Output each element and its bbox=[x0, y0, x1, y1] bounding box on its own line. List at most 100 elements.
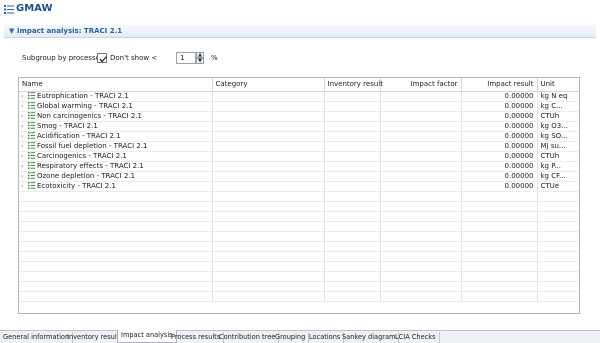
row-name: Global warming - TRACI 2.1 bbox=[37, 102, 133, 110]
row-name-cell[interactable]: › Ecotoxicity - TRACI 2.1 bbox=[19, 181, 213, 192]
row-impact-result: 0.00000 bbox=[461, 181, 538, 192]
col-header-unit[interactable]: Unit bbox=[537, 78, 579, 92]
tab-contribution-tree[interactable]: Contribution tree bbox=[216, 332, 280, 343]
row-unit: CTUe bbox=[537, 181, 579, 192]
row-category bbox=[212, 171, 325, 182]
row-name: Eutrophication - TRACI 2.1 bbox=[37, 92, 129, 100]
empty-row bbox=[19, 271, 579, 282]
row-name-cell[interactable]: › Eutrophication - TRACI 2.1 bbox=[19, 91, 213, 102]
tab-lcia-checks[interactable]: LCIA Checks bbox=[392, 332, 440, 343]
row-category bbox=[212, 141, 325, 152]
row-impact-result: 0.00000 bbox=[461, 161, 538, 172]
spin-down-button[interactable]: ▼ bbox=[196, 58, 204, 64]
row-name: Respiratory effects - TRACI 2.1 bbox=[37, 162, 144, 170]
row-impact-result: 0.00000 bbox=[461, 151, 538, 162]
chevron-right-icon[interactable]: › bbox=[21, 93, 28, 100]
table-row[interactable]: › Global warming - TRACI 2.1 0.00000 kg C..… bbox=[19, 101, 579, 112]
row-unit: kg C... bbox=[537, 101, 579, 112]
row-name-cell[interactable]: › Non carcinogenics - TRACI 2.1 bbox=[19, 111, 213, 122]
chevron-right-icon[interactable]: › bbox=[21, 143, 28, 150]
row-category bbox=[212, 91, 325, 102]
row-category bbox=[212, 181, 325, 192]
table-row[interactable]: › Respiratory effects - TRACI 2.1 0.00000 k… bbox=[19, 161, 579, 172]
percent-label: % bbox=[211, 54, 218, 62]
editor-list-icon bbox=[4, 5, 14, 14]
tree-list-icon bbox=[28, 182, 35, 189]
chevron-right-icon[interactable]: › bbox=[21, 103, 28, 110]
table-row[interactable]: › Ecotoxicity - TRACI 2.1 0.00000 CTUe bbox=[19, 181, 579, 192]
table-row[interactable]: › Non carcinogenics - TRACI 2.1 0.00000 CTU… bbox=[19, 111, 579, 122]
row-impact-factor bbox=[380, 91, 462, 102]
row-category bbox=[212, 131, 325, 142]
row-name: Ecotoxicity - TRACI 2.1 bbox=[37, 182, 116, 190]
table-row[interactable]: › Smog - TRACI 2.1 0.00000 kg O3... bbox=[19, 121, 579, 132]
chevron-right-icon[interactable]: › bbox=[21, 163, 28, 170]
empty-row bbox=[19, 261, 579, 272]
row-unit: MJ su... bbox=[537, 141, 579, 152]
row-impact-factor bbox=[380, 171, 462, 182]
row-name-cell[interactable]: › Global warming - TRACI 2.1 bbox=[19, 101, 213, 112]
empty-row bbox=[19, 251, 579, 262]
row-impact-factor bbox=[380, 141, 462, 152]
row-name-cell[interactable]: › Respiratory effects - TRACI 2.1 bbox=[19, 161, 213, 172]
col-header-inventory-result[interactable]: Inventory result bbox=[324, 78, 383, 92]
tree-list-icon bbox=[28, 142, 35, 149]
chevron-right-icon[interactable]: › bbox=[21, 133, 28, 140]
dont-show-checkbox[interactable] bbox=[97, 53, 107, 63]
row-impact-result: 0.00000 bbox=[461, 121, 538, 132]
chevron-down-icon[interactable]: ▼ bbox=[9, 27, 14, 35]
col-header-impact-result[interactable]: Impact result bbox=[461, 78, 538, 92]
row-category bbox=[212, 111, 325, 122]
row-name-cell[interactable]: › Smog - TRACI 2.1 bbox=[19, 121, 213, 132]
empty-row bbox=[19, 241, 579, 252]
row-unit: kg SO... bbox=[537, 131, 579, 142]
row-impact-factor bbox=[380, 161, 462, 172]
col-header-name[interactable]: Name bbox=[19, 78, 213, 92]
row-impact-result: 0.00000 bbox=[461, 111, 538, 122]
tree-list-icon bbox=[28, 92, 35, 99]
row-inventory-result bbox=[324, 101, 381, 112]
row-category bbox=[212, 161, 325, 172]
table-row[interactable]: › Carcinogenics - TRACI 2.1 0.00000 CTUh bbox=[19, 151, 579, 162]
empty-row bbox=[19, 211, 579, 222]
table-row[interactable]: › Eutrophication - TRACI 2.1 0.00000 kg N e… bbox=[19, 91, 579, 102]
table-row[interactable]: › Acidification - TRACI 2.1 0.00000 kg SO..… bbox=[19, 131, 579, 142]
row-name-cell[interactable]: › Ozone depletion - TRACI 2.1 bbox=[19, 171, 213, 182]
empty-row bbox=[19, 191, 579, 202]
row-name: Non carcinogenics - TRACI 2.1 bbox=[37, 112, 142, 120]
row-impact-factor bbox=[380, 181, 462, 192]
tab-general-information[interactable]: General information bbox=[0, 332, 74, 343]
chevron-right-icon[interactable]: › bbox=[21, 153, 28, 160]
row-name-cell[interactable]: › Fossil fuel depletion - TRACI 2.1 bbox=[19, 141, 213, 152]
row-name-cell[interactable]: › Carcinogenics - TRACI 2.1 bbox=[19, 151, 213, 162]
tab-sankey-diagram[interactable]: Sankey diagram bbox=[339, 332, 400, 343]
row-inventory-result bbox=[324, 161, 381, 172]
tree-list-icon bbox=[28, 112, 35, 119]
row-unit: kg O3... bbox=[537, 121, 579, 132]
tab-grouping[interactable]: Grouping bbox=[272, 332, 310, 343]
chevron-right-icon[interactable]: › bbox=[21, 123, 28, 130]
tree-list-icon bbox=[28, 172, 35, 179]
empty-row bbox=[19, 221, 579, 232]
row-impact-result: 0.00000 bbox=[461, 171, 538, 182]
row-inventory-result bbox=[324, 171, 381, 182]
chevron-right-icon[interactable]: › bbox=[21, 183, 28, 190]
col-header-category[interactable]: Category bbox=[212, 78, 325, 92]
col-header-impact-factor[interactable]: Impact factor bbox=[380, 78, 462, 92]
row-inventory-result bbox=[324, 121, 381, 132]
threshold-input[interactable]: 1 bbox=[176, 52, 196, 64]
row-unit: kg N eq bbox=[537, 91, 579, 102]
chevron-right-icon[interactable]: › bbox=[21, 113, 28, 120]
chevron-right-icon[interactable]: › bbox=[21, 173, 28, 180]
section-title: Impact analysis: TRACI 2.1 bbox=[17, 27, 123, 35]
section-header[interactable]: ▼ Impact analysis: TRACI 2.1 bbox=[4, 25, 596, 38]
row-category bbox=[212, 121, 325, 132]
row-name-cell[interactable]: › Acidification - TRACI 2.1 bbox=[19, 131, 213, 142]
empty-row bbox=[19, 291, 579, 302]
row-unit: CTUh bbox=[537, 111, 579, 122]
check-icon bbox=[99, 56, 107, 63]
tree-list-icon bbox=[28, 132, 35, 139]
table-row[interactable]: › Ozone depletion - TRACI 2.1 0.00000 kg CF… bbox=[19, 171, 579, 182]
row-name: Fossil fuel depletion - TRACI 2.1 bbox=[37, 142, 148, 150]
table-row[interactable]: › Fossil fuel depletion - TRACI 2.1 0.0000… bbox=[19, 141, 579, 152]
